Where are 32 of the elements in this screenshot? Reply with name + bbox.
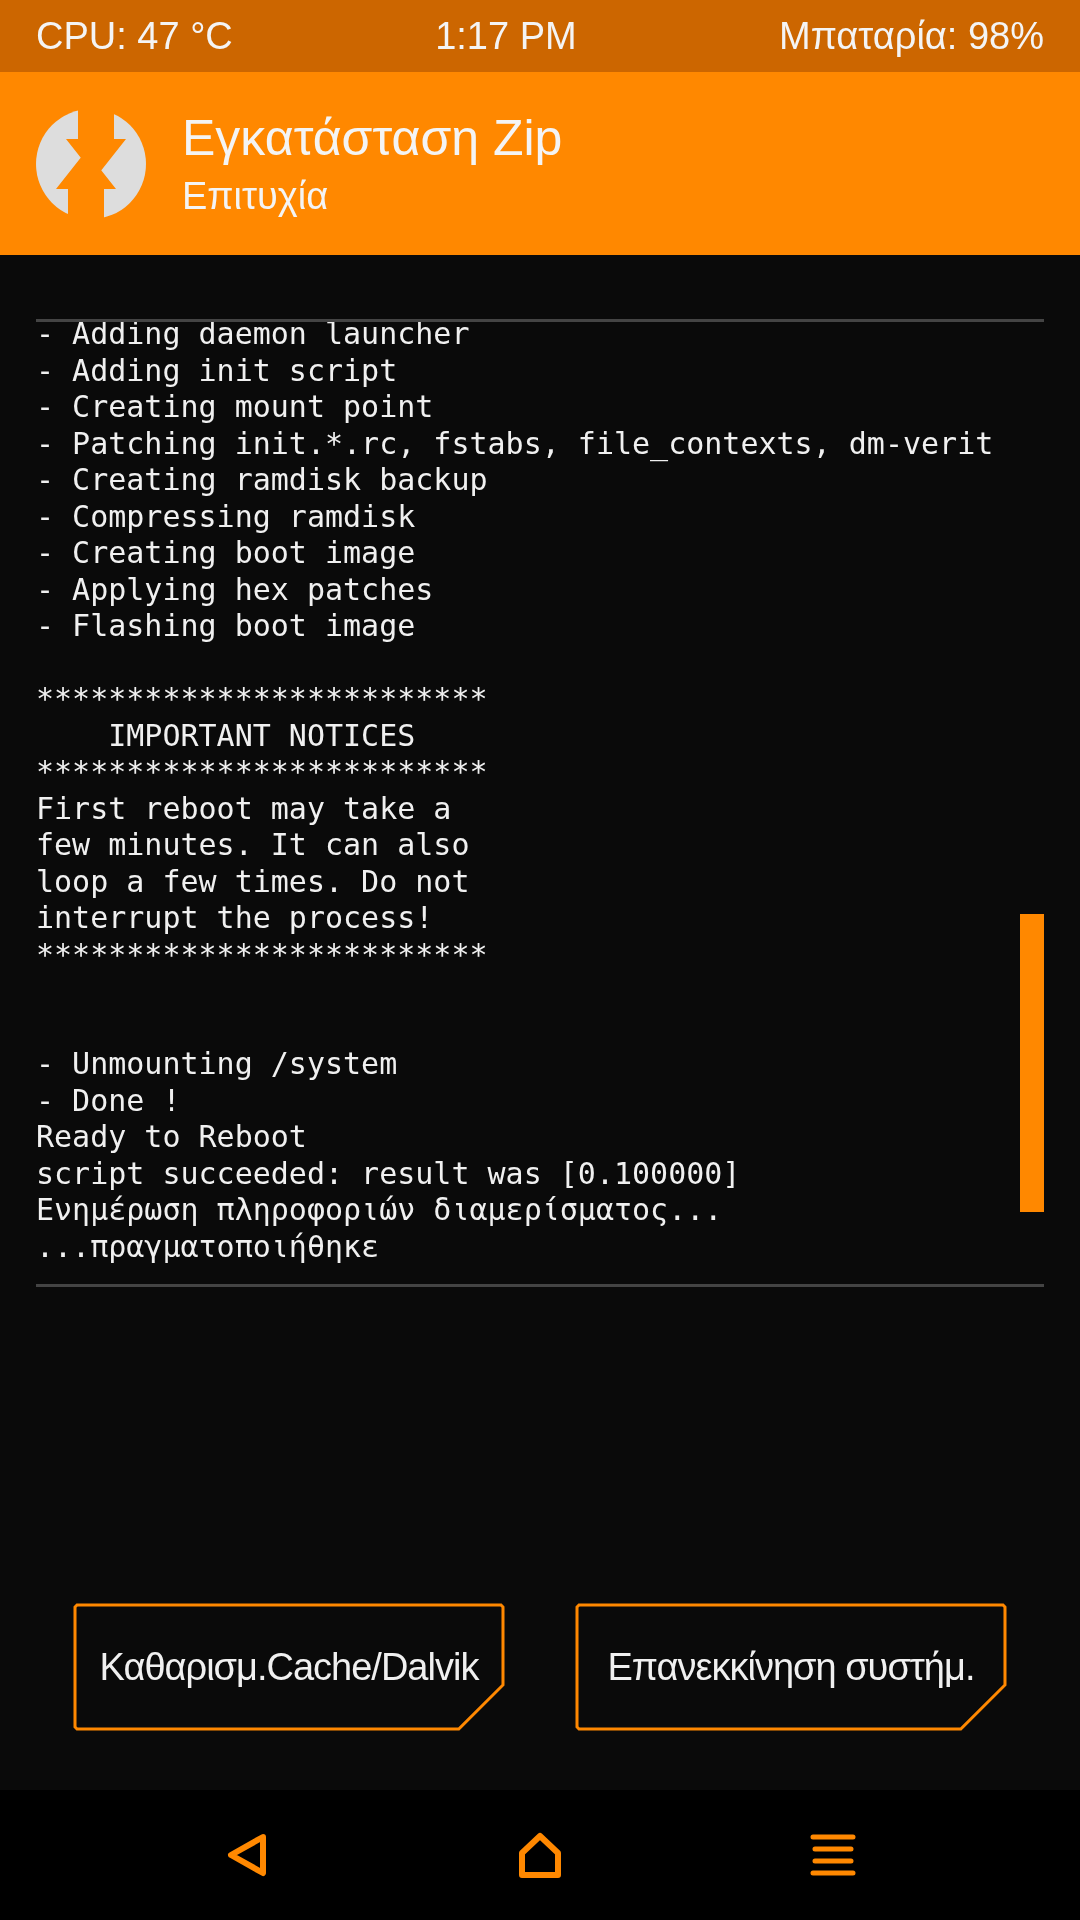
console-line: - Creating mount point	[36, 389, 434, 424]
console-line: Ready to Reboot	[36, 1119, 307, 1154]
console-line: - Adding init script	[36, 352, 398, 388]
console-line: - Flashing boot image	[36, 608, 416, 643]
console-line: - Applying hex patches	[36, 571, 434, 607]
console-line: - Creating ramdisk backup	[36, 462, 488, 497]
scrollbar[interactable]	[1020, 914, 1044, 1212]
header-title: Εγκατάσταση Zip	[182, 109, 563, 167]
logo-icon	[36, 108, 146, 219]
console-line: - Unmounting /system	[36, 1046, 398, 1081]
console-line: few minutes. It can also	[36, 827, 470, 862]
header-subtitle: Επιτυχία	[182, 175, 330, 218]
console-line: First reboot may take a	[36, 790, 452, 826]
console-line: *************************	[36, 754, 488, 789]
console-line: loop a few times. Do not	[36, 863, 470, 899]
action-button[interactable]: Επανεκκίνηση συστήμ.	[575, 1603, 1007, 1731]
console-line: - Creating boot image	[36, 535, 416, 570]
console-line: ...πραγματοποιήθηκε	[36, 1228, 380, 1264]
console-line: - Done !	[36, 1082, 181, 1118]
console-line: *************************	[36, 936, 488, 972]
console-line: - Patching init.*.rc, fstabs, file_contexts, dm-verit	[36, 425, 994, 461]
console-line: Ενημέρωση πληροφοριών διαμερίσματος...	[36, 1192, 723, 1227]
console-line: interrupt the process!	[36, 900, 434, 935]
console-line: - Compressing ramdisk	[36, 498, 416, 534]
console-line: IMPORTANT NOTICES	[107, 717, 416, 753]
console-line: *************************	[36, 681, 488, 716]
home-icon[interactable]	[516, 1831, 564, 1879]
console-line: script succeeded: result was [0.100000]	[36, 1155, 741, 1191]
action-button[interactable]: Καθαρισμ.Cache/Dalvik	[73, 1603, 505, 1731]
clock: 1:17 PM	[435, 14, 577, 58]
battery-level: Μπαταρία: 98%	[779, 14, 1044, 58]
cpu-temperature: CPU: 47 °C	[36, 14, 233, 58]
